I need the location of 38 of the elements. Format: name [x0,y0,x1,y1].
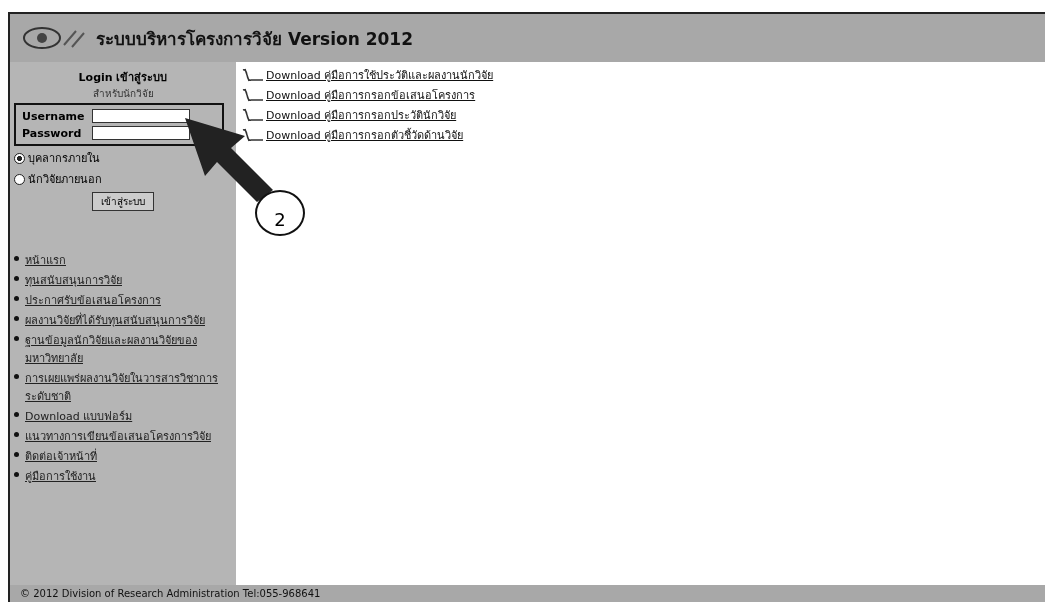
menu-link[interactable]: ติดต่อเจ้าหน้าที่ [25,447,97,465]
bullet-icon [14,316,19,321]
download-link[interactable]: Download คู่มือการกรอกตัวชี้วัดด้านวิจัย [266,126,464,144]
step-number: 2 [255,190,305,236]
bullet-icon [14,472,19,477]
menu-link[interactable]: ฐานข้อมูลนักวิจัยและผลงานวิจัยของมหาวิทยาลัย [25,331,232,367]
menu-link[interactable]: คู่มือการใช้งาน [25,467,96,485]
bullet-icon [14,374,19,379]
radio-button[interactable] [14,152,25,164]
menu-link[interactable]: หน้าแรก [25,251,66,269]
menu-link[interactable]: การเผยแพร่ผลงานวิจัยในวารสารวิชาการระดับชาติ [25,369,232,405]
menu-link[interactable]: ประกาศรับข้อเสนอโครงการ [25,291,161,309]
bullet-icon [14,432,19,437]
radio-label: นักวิจัยภายนอก [28,172,102,188]
bullet-icon [14,336,19,341]
download-link[interactable]: Download คู่มือการใช้ประวัติและผลงานนักวิจัย [266,66,494,84]
menu-link[interactable]: ผลงานวิจัยที่ได้รับทุนสนับสนุนการวิจัย [25,311,205,329]
bullet-icon [14,412,19,417]
bullet-icon [14,276,19,281]
menu-link[interactable]: แนวทางการเขียนข้อเสนอโครงการวิจัย [25,427,211,445]
radio-button[interactable] [14,173,25,185]
download-link[interactable]: Download คู่มือการกรอกประวัตินักวิจัย [266,106,457,124]
username-field[interactable] [92,109,190,123]
footer-text: © 2012 Division of Research Administration Tel:055-968641 [20,588,321,599]
username-label: Username [22,109,86,123]
download-link[interactable]: Download คู่มือการกรอกข้อเสนอโครงการ [266,86,476,104]
password-field[interactable] [92,126,190,140]
site-title: ระบบบริหารโครงการวิจัย Version 2012 [96,27,414,51]
bullet-icon [14,296,19,301]
bullet-icon [14,452,19,457]
login-subheading: สำหรับนักวิจัย [91,87,155,101]
password-label: Password [22,126,83,140]
radio-label: บุคลากรภายใน [28,151,100,167]
menu-link[interactable]: Download แบบฟอร์ม [25,407,133,425]
menu-link[interactable]: ทุนสนับสนุนการวิจัย [25,271,122,289]
login-button[interactable]: เข้าสู่ระบบ [92,192,154,211]
login-heading: Login เข้าสู่ระบบ [77,70,169,86]
bullet-icon [14,256,19,261]
